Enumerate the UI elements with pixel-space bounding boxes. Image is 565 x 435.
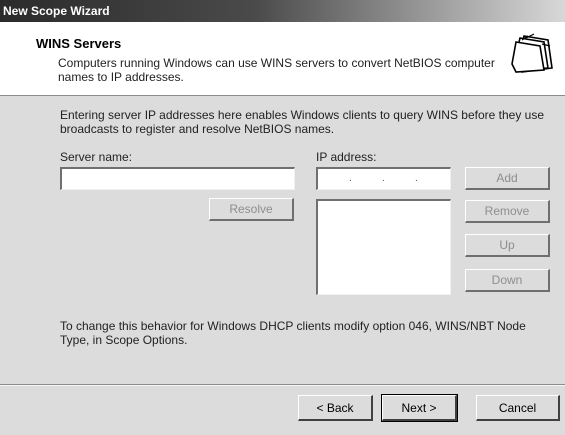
intro-text: Entering server IP addresses here enable… [60, 108, 545, 136]
wizard-header: WINS Servers Computers running Windows c… [0, 22, 565, 96]
window-title: New Scope Wizard [3, 4, 110, 18]
resolve-button[interactable]: Resolve [209, 198, 294, 221]
next-button[interactable]: Next > [381, 394, 458, 422]
server-name-input[interactable] [60, 167, 295, 190]
wizard-content: Entering server IP addresses here enable… [0, 96, 565, 380]
title-bar: New Scope Wizard [0, 0, 565, 22]
page-title: WINS Servers [36, 36, 122, 51]
remove-button[interactable]: Remove [465, 200, 550, 223]
back-button[interactable]: < Back [298, 395, 373, 421]
ip-address-list[interactable] [316, 199, 451, 295]
server-name-label: Server name: [60, 150, 133, 164]
footer-separator [0, 384, 565, 386]
add-button[interactable]: Add [465, 167, 550, 190]
ip-address-label: IP address: [316, 150, 377, 164]
cancel-button[interactable]: Cancel [476, 395, 560, 421]
page-description: Computers running Windows can use WINS s… [58, 56, 495, 84]
up-button[interactable]: Up [465, 234, 550, 257]
ip-address-input[interactable]: ... [316, 167, 451, 190]
folders-icon [508, 28, 556, 76]
scope-options-note: To change this behavior for Windows DHCP… [60, 319, 526, 347]
down-button[interactable]: Down [465, 269, 550, 292]
